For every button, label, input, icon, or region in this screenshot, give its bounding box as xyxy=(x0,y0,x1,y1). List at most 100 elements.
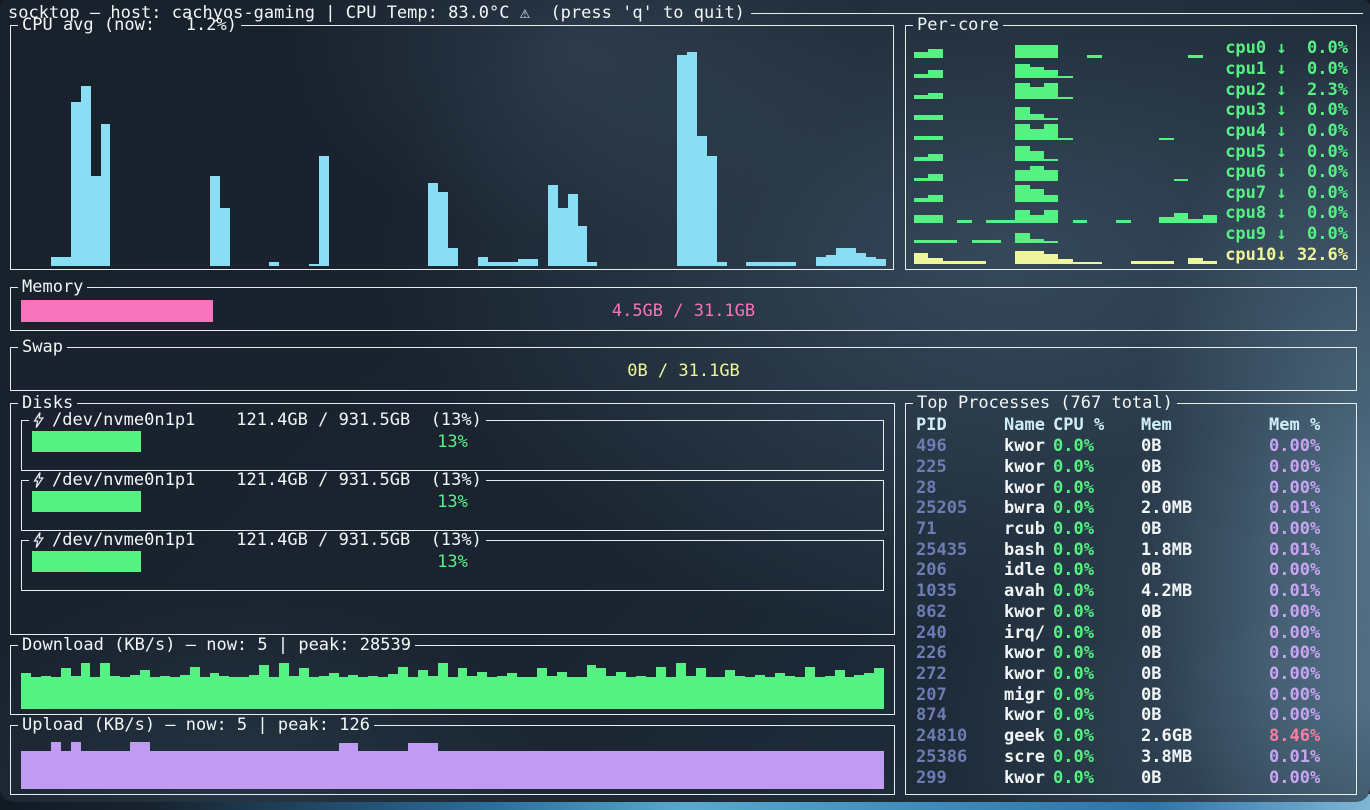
chart-bar xyxy=(677,55,687,267)
chart-bar xyxy=(388,674,398,709)
disk-label: /dev/nvme0n1p1 121.4GB / 931.5GB (13%) xyxy=(52,470,482,490)
border-segment xyxy=(21,420,29,421)
process-pid: 226 xyxy=(916,643,1004,663)
process-mem-pct: 0.00% xyxy=(1269,457,1348,477)
chart-bar xyxy=(646,751,656,789)
disk-gauge-label: 13% xyxy=(32,551,873,572)
chart-bar xyxy=(578,226,588,267)
process-row: 24810geek0.0%2.6GB8.46% xyxy=(916,726,1348,747)
chart-bar xyxy=(71,102,81,266)
process-cpu: 0.0% xyxy=(1053,457,1141,477)
process-pid: 28 xyxy=(916,478,1004,498)
core-spark xyxy=(914,142,1217,161)
process-pid: 25435 xyxy=(916,540,1004,560)
core-name: cpu2 xyxy=(1225,80,1276,100)
chart-bar xyxy=(100,751,110,789)
chart-bar xyxy=(358,677,368,709)
chart-bar xyxy=(200,751,210,789)
chart-bar xyxy=(776,262,786,267)
chart-bar xyxy=(220,208,230,266)
chart-bar xyxy=(190,667,200,709)
chart-bar xyxy=(398,667,408,709)
chart-bar xyxy=(717,262,727,267)
core-name: cpu8 xyxy=(1225,203,1276,223)
chart-bar xyxy=(972,261,986,264)
chart-bar xyxy=(775,751,785,789)
chart-bar xyxy=(130,675,140,709)
chart-bar xyxy=(1044,210,1058,223)
chart-bar xyxy=(398,751,408,789)
core-row: cpu3↓0.0% xyxy=(914,100,1348,121)
core-value: 0.0% xyxy=(1287,121,1348,141)
chart-bar xyxy=(765,677,775,709)
chart-bar xyxy=(928,195,942,202)
core-row: cpu5↓0.0% xyxy=(914,141,1348,162)
down-arrow-icon: ↓ xyxy=(1276,245,1286,265)
chart-bar xyxy=(467,676,477,709)
process-name: kwor xyxy=(1004,643,1053,663)
chart-bar xyxy=(1188,258,1202,264)
process-pid: 71 xyxy=(916,519,1004,539)
process-name: migr xyxy=(1004,685,1053,705)
core-label: cpu7↓0.0% xyxy=(1225,183,1348,203)
chart-bar xyxy=(219,676,229,709)
chart-bar xyxy=(1073,220,1087,223)
chart-bar xyxy=(229,677,239,709)
chart-bar xyxy=(943,240,957,244)
chart-bar xyxy=(329,751,339,789)
chart-bar xyxy=(1030,251,1044,264)
chart-bar xyxy=(957,220,971,223)
core-name: cpu7 xyxy=(1225,183,1276,203)
swap-title: Swap xyxy=(18,337,67,357)
border-segment xyxy=(374,725,895,726)
process-cpu: 0.0% xyxy=(1053,498,1141,518)
chart-bar xyxy=(528,259,538,266)
memory-gauge: 4.5GB / 31.1GB xyxy=(21,300,1346,322)
process-mem: 0B xyxy=(1141,519,1269,539)
process-mem: 0B xyxy=(1141,478,1269,498)
chart-bar xyxy=(1044,170,1058,181)
chart-bar xyxy=(696,751,706,789)
process-row: 28kwor0.0%0B0.00% xyxy=(916,477,1348,498)
chart-bar xyxy=(279,663,289,709)
process-name: idle xyxy=(1004,560,1053,580)
chart-bar xyxy=(1030,151,1044,161)
chart-bar xyxy=(517,751,527,789)
chart-bar xyxy=(497,676,507,709)
chart-bar xyxy=(676,663,686,709)
process-mem: 0B xyxy=(1141,436,1269,456)
chart-bar xyxy=(81,86,91,266)
core-name: cpu1 xyxy=(1225,59,1276,79)
process-row: 25205bwra0.0%2.0MB0.01% xyxy=(916,498,1348,519)
chart-bar xyxy=(438,751,448,789)
chart-bar xyxy=(1203,261,1217,264)
chart-bar xyxy=(358,751,368,789)
chart-bar xyxy=(697,136,707,267)
process-pid: 496 xyxy=(916,436,1004,456)
chart-bar xyxy=(507,673,517,709)
chart-bar xyxy=(537,668,547,709)
core-row: cpu8↓0.0% xyxy=(914,203,1348,224)
core-label: cpu5↓0.0% xyxy=(1225,142,1348,162)
process-mem: 0B xyxy=(1141,768,1269,788)
chart-bar xyxy=(1174,179,1188,182)
down-arrow-icon: ↓ xyxy=(1276,162,1286,182)
download-title: Download (KB/s) — now: 5 | peak: 28539 xyxy=(18,635,415,655)
border-segment xyxy=(10,347,18,348)
titlebar-rule xyxy=(751,13,1363,14)
core-name: cpu0 xyxy=(1225,38,1276,58)
chart-bar xyxy=(656,751,666,789)
chart-bar xyxy=(21,751,31,789)
upload-panel: Upload (KB/s) — now: 5 | peak: 126 xyxy=(10,725,895,795)
disk-label: /dev/nvme0n1p1 121.4GB / 931.5GB (13%) xyxy=(52,410,482,430)
border-segment xyxy=(1177,403,1357,404)
chart-bar xyxy=(488,262,498,267)
chart-bar xyxy=(1044,241,1058,243)
chart-bar xyxy=(289,676,299,709)
chart-bar xyxy=(1015,233,1029,243)
core-label: cpu10↓32.6% xyxy=(1225,245,1348,265)
chart-bar xyxy=(81,751,91,789)
chart-bar xyxy=(100,663,110,709)
core-row: cpu10↓32.6% xyxy=(914,244,1348,265)
panel-edge: Top Processes (767 total) xyxy=(905,393,1357,413)
